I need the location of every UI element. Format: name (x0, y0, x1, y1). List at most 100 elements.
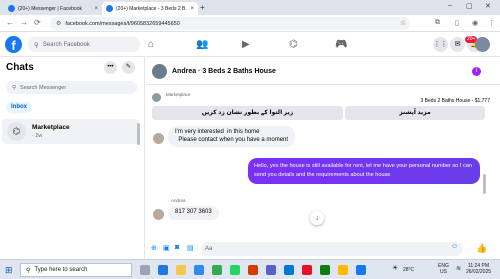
search-placeholder: Search Messenger (20, 84, 67, 91)
profile-icon[interactable]: ◉ (472, 19, 478, 27)
grid-menu-icon[interactable]: ⋮⋮ (433, 37, 448, 52)
incoming-message: I'm very interested in this home Please … (168, 126, 296, 147)
search-placeholder: Search Facebook (42, 41, 90, 48)
close-window-button[interactable]: ✕ (485, 2, 491, 10)
close-tab-icon[interactable]: × (190, 6, 194, 12)
facebook-header: f ⚲ Search Facebook ⌂ 👥 ▶ ⌬ 🎮 ⋮⋮ ✉ 🔔 20+ (0, 33, 500, 57)
message-composer: ⊕ ▣ ◙ ▤ Aa ☺ 👍 (146, 239, 500, 259)
emoji-icon[interactable]: ☺ (451, 243, 458, 250)
more-options-button[interactable]: ••• (104, 61, 117, 74)
maximize-button[interactable]: ▢ (466, 2, 473, 10)
reload-icon[interactable]: ⟳ (34, 18, 41, 27)
video-icon[interactable]: ▶ (242, 39, 250, 50)
office-icon[interactable] (248, 265, 258, 275)
url-text: facebook.com/messages/t/9605832659445650 (65, 20, 180, 27)
chat-title[interactable]: Andrea · 3 Beds 2 Baths House (172, 68, 276, 75)
tab-marketplace[interactable]: (20+) Marketplace - 3 Beds 2 B... × (102, 2, 198, 15)
sticker-icon[interactable]: ◙ (175, 244, 179, 251)
outgoing-message: Hello, yes the house is still available … (248, 158, 480, 184)
facebook-favicon-icon (106, 5, 113, 12)
chat-header: Andrea · 3 Beds 2 Baths House i (146, 57, 500, 85)
region: US (439, 269, 447, 275)
mail-icon[interactable] (284, 265, 294, 275)
sidebar-icon[interactable]: ▯ (455, 19, 459, 27)
messenger-search-input[interactable]: ⚲ Search Messenger (6, 81, 137, 94)
back-icon[interactable]: ← (6, 18, 14, 27)
message-input[interactable]: Aa (201, 242, 463, 256)
forward-icon[interactable]: → (20, 18, 28, 27)
marketplace-icon[interactable]: ⌬ (289, 39, 298, 50)
inbox-filter[interactable]: Inbox (6, 102, 32, 113)
facebook-logo[interactable]: f (5, 36, 22, 53)
weather-icon[interactable]: ☀ (392, 265, 398, 272)
chrome-icon[interactable] (212, 265, 222, 275)
sender-name: Andrea (171, 198, 186, 203)
app-icon[interactable] (302, 265, 312, 275)
avatar[interactable] (152, 64, 167, 79)
url-bar[interactable]: ⚙ facebook.com/messages/t/96058326594456… (50, 17, 410, 30)
search-icon: ⚲ (34, 41, 39, 49)
wifi-icon[interactable]: ≋ (456, 266, 461, 272)
taskbar-search-input[interactable]: ⚲ Type here to search (20, 263, 132, 277)
camera-icon[interactable]: ▣ (163, 244, 170, 252)
marketplace-icon: ⌬ (7, 122, 26, 141)
windows-start-icon[interactable]: ⊞ (5, 265, 13, 276)
language-indicator[interactable]: ENG US (438, 263, 449, 275)
file-explorer-icon[interactable] (176, 265, 186, 275)
conversation-item[interactable]: ⌬ Marketplace · 2w (2, 119, 139, 144)
chats-sidebar: Chats ••• ✎ ⚲ Search Messenger Inbox ⌬ M… (0, 57, 145, 259)
tab-title: (20+) Messenger | Facebook (18, 5, 82, 12)
close-tab-icon[interactable]: × (94, 6, 98, 12)
whatsapp-icon[interactable] (230, 265, 240, 275)
tab-title: (20+) Marketplace - 3 Beds 2 B... (116, 5, 188, 12)
gaming-icon[interactable]: 🎮 (335, 39, 347, 50)
gif-icon[interactable]: ▤ (187, 244, 194, 252)
account-avatar[interactable] (475, 37, 490, 52)
conversation-name: Marketplace (32, 124, 70, 131)
conversation-time: · 2w (32, 133, 43, 139)
teams-icon[interactable] (266, 265, 276, 275)
minimize-button[interactable]: – (448, 2, 452, 9)
marketplace-avatar (152, 93, 161, 102)
facebook-favicon-icon (8, 5, 15, 12)
menu-icon[interactable]: ⋮ (488, 19, 495, 27)
friends-icon[interactable]: 👥 (196, 39, 208, 50)
search-icon: ⚲ (26, 267, 31, 274)
avatar (153, 133, 164, 144)
site-info-icon[interactable]: ⚙ (56, 20, 61, 27)
edge-icon[interactable] (158, 265, 168, 275)
chats-title: Chats (6, 62, 34, 73)
weather-temp[interactable]: 28°C (403, 267, 414, 273)
more-options-button[interactable]: مزید آپشنز (345, 106, 485, 120)
app-icon[interactable] (320, 265, 330, 275)
info-icon[interactable]: i (472, 67, 481, 76)
app-icon[interactable] (338, 265, 348, 275)
like-icon[interactable]: 👍 (476, 243, 487, 254)
compose-button[interactable]: ✎ (122, 61, 135, 74)
incoming-message: 817 307 3603 (168, 206, 219, 220)
new-tab-button[interactable]: + (200, 3, 205, 12)
avatar (153, 209, 164, 220)
sidebar-scrollbar[interactable] (137, 123, 140, 145)
store-icon[interactable] (194, 265, 204, 275)
plus-icon[interactable]: ⊕ (151, 244, 157, 252)
search-icon: ⚲ (12, 84, 17, 91)
app-icon[interactable] (356, 265, 366, 275)
extensions-icon[interactable]: ⧉ (435, 19, 440, 27)
address-bar-row: ← → ⟳ ⚙ facebook.com/messages/t/96058326… (0, 15, 500, 32)
mark-pending-button[interactable]: زیر التوا کے بطور نشان زد کریں (152, 106, 343, 120)
chat-panel: Andrea · 3 Beds 2 Baths House i Marketpl… (146, 57, 500, 259)
chat-scrollbar[interactable] (483, 174, 486, 194)
browser-tab-strip: (20+) Messenger | Facebook × (20+) Marke… (0, 0, 500, 15)
tab-messenger[interactable]: (20+) Messenger | Facebook × (4, 2, 102, 15)
facebook-search-input[interactable]: ⚲ Search Facebook (28, 37, 140, 52)
messenger-icon[interactable]: ✉ (450, 37, 465, 52)
taskbar-search-placeholder: Type here to search (34, 267, 88, 273)
listing-title[interactable]: 3 Beds 2 Baths House - $1,777 (421, 98, 491, 104)
task-view-icon[interactable] (140, 265, 150, 275)
windows-taskbar: ⊞ ⚲ Type here to search ☀ 28°C ENG US ≋ … (0, 259, 500, 279)
clock[interactable]: 11:24 PM 26/02/2025 (466, 263, 491, 275)
home-icon[interactable]: ⌂ (148, 39, 154, 50)
scroll-down-button[interactable]: ↓ (310, 211, 324, 225)
bookmark-icon[interactable]: ☆ (400, 19, 406, 27)
